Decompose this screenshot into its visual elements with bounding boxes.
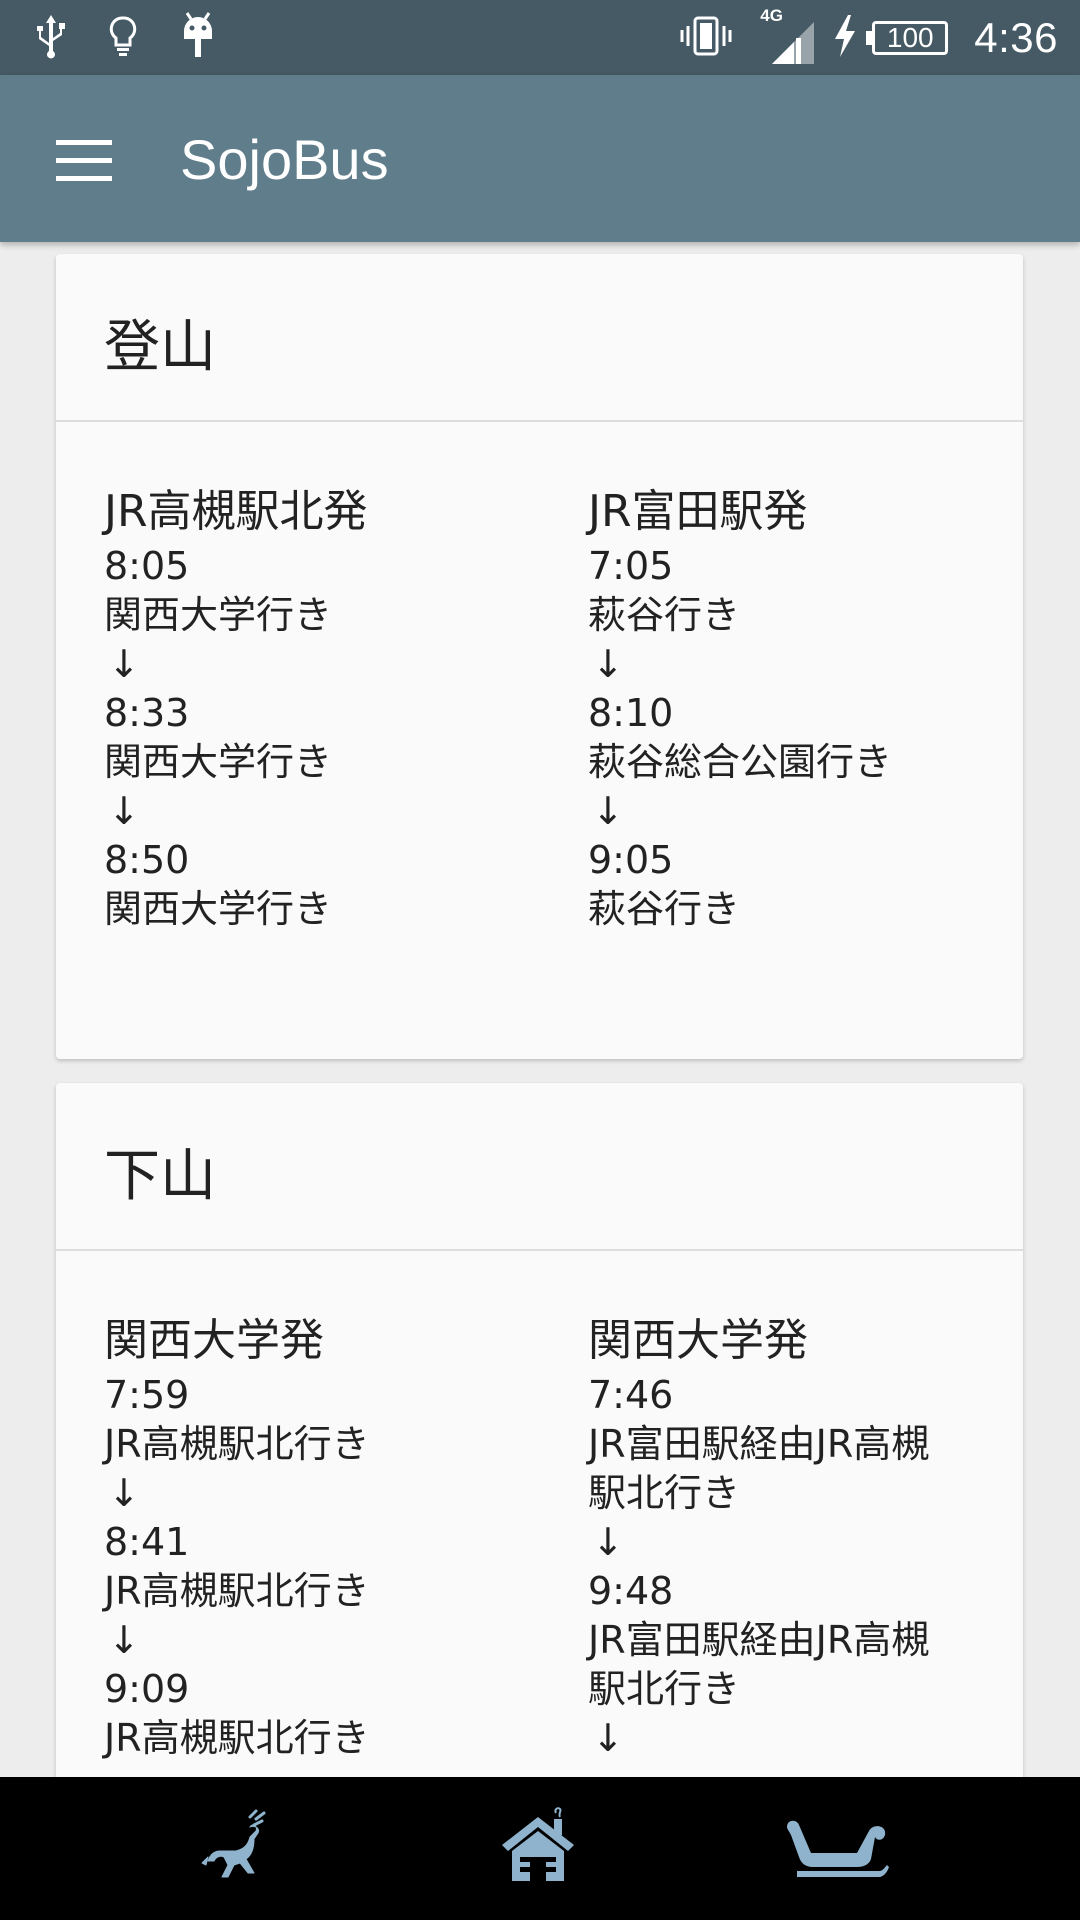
departure-time: 7:59	[104, 1373, 190, 1417]
home-icon	[496, 1805, 580, 1893]
departure-time: 8:33	[104, 691, 190, 735]
system-icons: 4G 100 4:36	[678, 0, 1058, 75]
reindeer-icon	[198, 1807, 278, 1891]
down-arrow-icon: ↓	[592, 1520, 624, 1564]
destination: 萩谷総合公園行き	[588, 740, 893, 784]
destination: JR高槻駅北行き	[104, 1716, 370, 1760]
destination: JR高槻駅北行き	[104, 1422, 370, 1466]
down-arrow-icon: ↓	[592, 642, 624, 686]
bottom-navigation	[0, 1777, 1080, 1920]
destination: 萩谷行き	[588, 593, 741, 637]
down-arrow-icon: ↓	[108, 1618, 140, 1662]
app-bar: SojoBus	[0, 75, 1080, 242]
destination: 萩谷行き	[588, 887, 741, 931]
battery-level: 100	[872, 20, 949, 55]
battery-icon: 100	[866, 20, 952, 56]
departure-time: 8:10	[588, 691, 674, 735]
nav-home-button[interactable]	[478, 1799, 598, 1899]
app-title: SojoBus	[180, 128, 389, 191]
down-arrow-icon: ↓	[592, 789, 624, 833]
destination: JR高槻駅北行き	[104, 1569, 370, 1613]
status-clock: 4:36	[974, 13, 1058, 61]
section-card-up: 登山 JR高槻駅北発 8:05 関西大学行き ↓ 8:33 関西大学行き ↓ 8…	[56, 254, 1023, 1059]
card-header: 登山	[56, 254, 1023, 422]
departure-time: 8:41	[104, 1520, 190, 1564]
card-header: 下山	[56, 1083, 1023, 1251]
nav-reindeer-button[interactable]	[178, 1799, 298, 1899]
departure-time: 9:05	[588, 838, 674, 882]
section-title: 下山	[104, 1144, 216, 1209]
column-heading: 関西大学発	[104, 1315, 324, 1366]
android-debug-icon	[178, 11, 218, 65]
departure-time: 9:48	[588, 1569, 674, 1613]
departure-time: 8:05	[104, 544, 190, 588]
status-bar: 4G 100 4:36	[0, 0, 1080, 75]
down-arrow-icon: ↓	[592, 1716, 624, 1760]
signal-icon: 4G	[760, 6, 820, 66]
hamburger-menu-icon[interactable]	[40, 125, 126, 195]
destination: 関西大学行き	[104, 740, 333, 784]
down-arrow-icon: ↓	[108, 789, 140, 833]
timetable-scroll-area[interactable]: 登山 JR高槻駅北発 8:05 関西大学行き ↓ 8:33 関西大学行き ↓ 8…	[0, 242, 1080, 1777]
usb-icon	[34, 13, 68, 63]
network-type-label: 4G	[760, 5, 783, 25]
departure-time: 8:50	[104, 838, 190, 882]
nav-sleigh-button[interactable]	[778, 1799, 898, 1899]
departure-column: JR富田駅発 7:05 萩谷行き ↓ 8:10 萩谷総合公園行き ↓ 9:05 …	[588, 484, 1028, 934]
departure-time: 7:05	[588, 544, 674, 588]
charging-icon	[830, 13, 860, 63]
departure-time: 9:09	[104, 1667, 190, 1711]
vibrate-icon	[678, 14, 734, 62]
lightbulb-icon	[106, 13, 140, 63]
sleigh-icon	[783, 1807, 893, 1891]
departure-column: JR高槻駅北発 8:05 関西大学行き ↓ 8:33 関西大学行き ↓ 8:50…	[104, 484, 544, 934]
destination: JR富田駅経由JR高槻駅北行き	[588, 1618, 930, 1711]
destination: 関西大学行き	[104, 593, 333, 637]
column-heading: 関西大学発	[588, 1315, 808, 1366]
section-title: 登山	[104, 315, 216, 380]
destination: JR富田駅経由JR高槻駅北行き	[588, 1422, 930, 1515]
destination: 関西大学行き	[104, 887, 333, 931]
column-heading: JR高槻駅北発	[104, 486, 368, 537]
down-arrow-icon: ↓	[108, 642, 140, 686]
notification-icons	[34, 12, 218, 64]
section-card-down: 下山 関西大学発 7:59 JR高槻駅北行き ↓ 8:41 JR高槻駅北行き ↓…	[56, 1083, 1023, 1777]
departure-time: 7:46	[588, 1373, 674, 1417]
departure-column: 関西大学発 7:46 JR富田駅経由JR高槻駅北行き ↓ 9:48 JR富田駅経…	[588, 1313, 958, 1763]
down-arrow-icon: ↓	[108, 1471, 140, 1515]
departure-column: 関西大学発 7:59 JR高槻駅北行き ↓ 8:41 JR高槻駅北行き ↓ 9:…	[104, 1313, 544, 1763]
column-heading: JR富田駅発	[588, 486, 808, 537]
